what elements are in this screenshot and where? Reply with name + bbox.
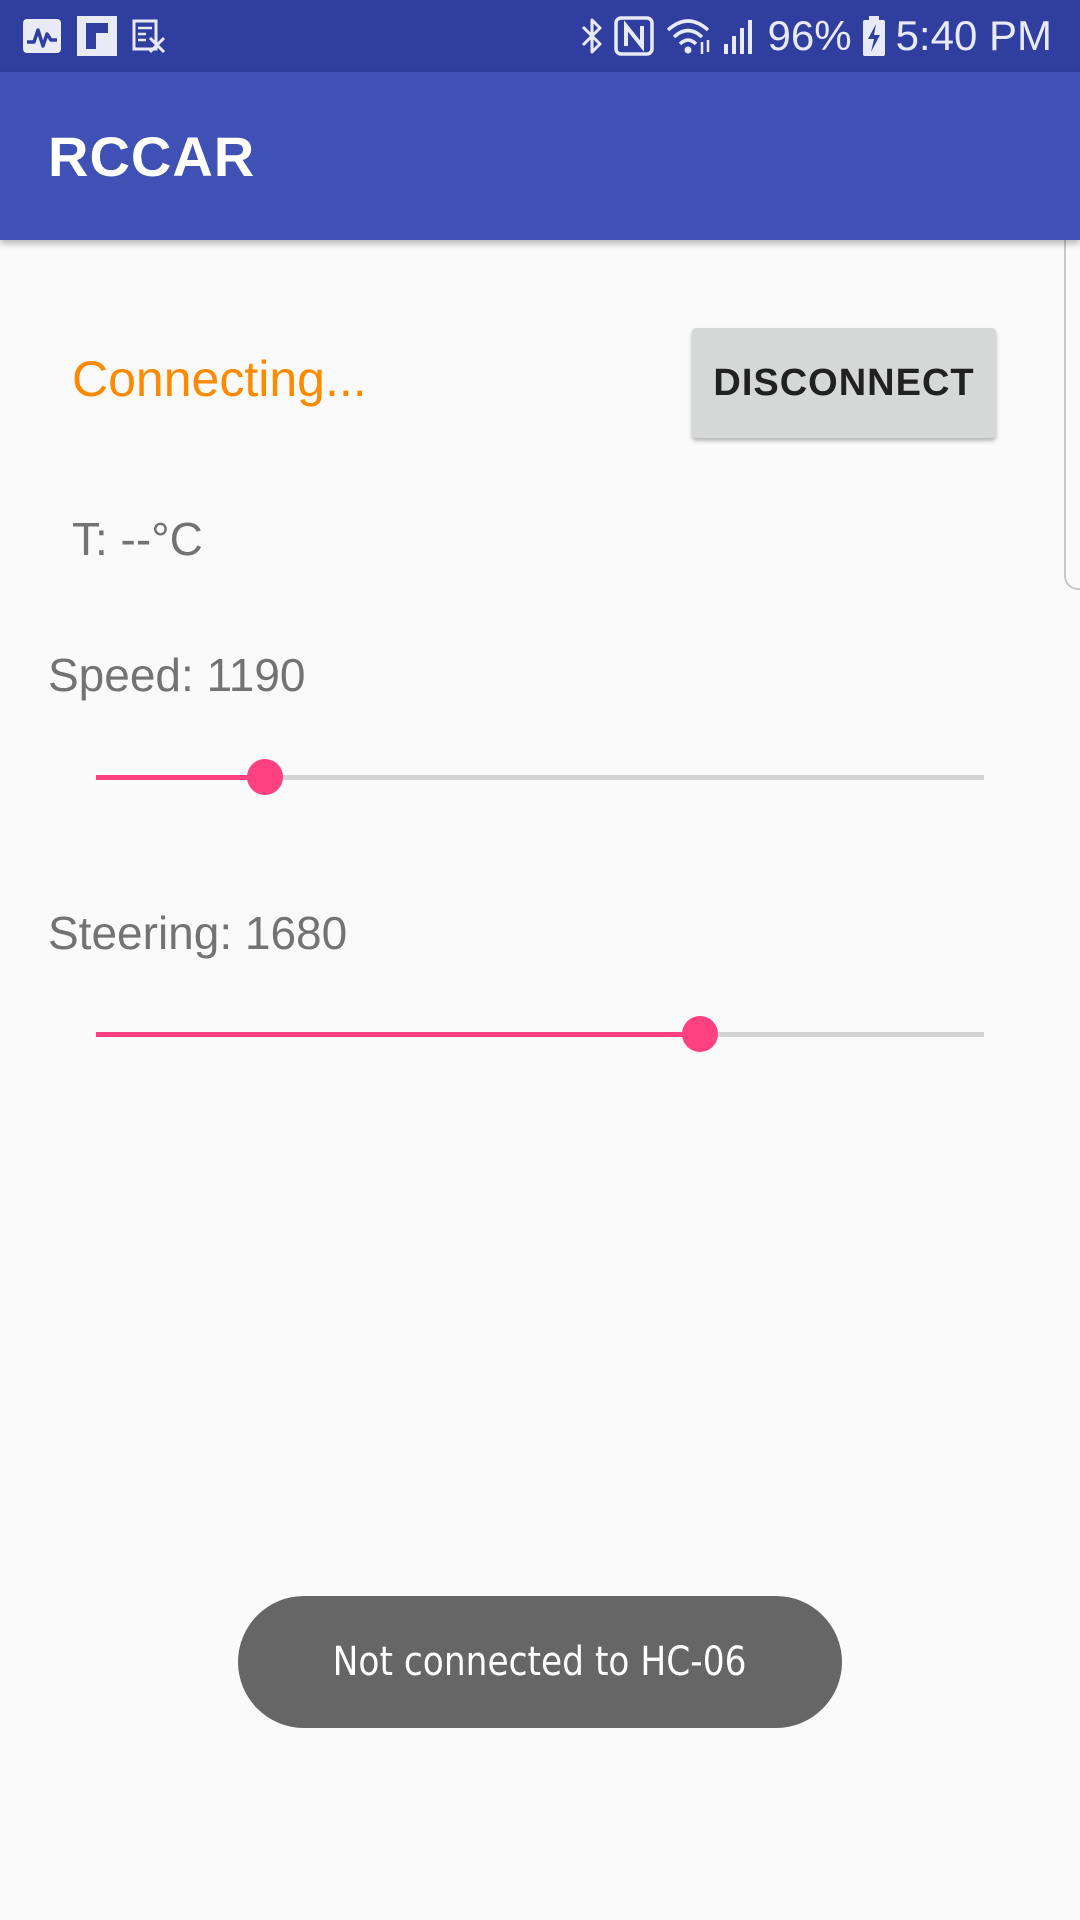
signal-icon bbox=[722, 16, 758, 56]
temperature-readout: T: --°C bbox=[72, 513, 203, 565]
battery-percent: 96% bbox=[767, 12, 852, 59]
slider-fill bbox=[96, 775, 265, 780]
calendar-x-icon bbox=[132, 18, 166, 54]
speed-slider[interactable] bbox=[96, 757, 984, 797]
app-bar: RCCAR bbox=[0, 72, 1080, 240]
nfc-icon bbox=[613, 16, 654, 56]
connection-status: Connecting... bbox=[72, 351, 367, 407]
activity-icon bbox=[22, 18, 62, 54]
status-bar: 96% 5:40 PM bbox=[0, 0, 1080, 72]
app-title: RCCAR bbox=[48, 125, 256, 188]
clock: 5:40 PM bbox=[895, 12, 1052, 59]
flipboard-icon bbox=[76, 15, 118, 57]
notification-icons bbox=[22, 14, 166, 58]
system-icons: 96% 5:40 PM bbox=[580, 10, 1052, 62]
toast-message: Not connected to HC-06 bbox=[333, 1639, 747, 1685]
edge-panel-handle[interactable] bbox=[1064, 218, 1080, 590]
steering-label: Steering: 1680 bbox=[48, 907, 348, 959]
slider-fill bbox=[96, 1032, 700, 1037]
disconnect-button[interactable]: DISCONNECT bbox=[692, 328, 996, 438]
speed-label: Speed: 1190 bbox=[48, 649, 306, 701]
slider-thumb[interactable] bbox=[246, 759, 283, 795]
steering-slider[interactable] bbox=[96, 1014, 984, 1054]
bluetooth-icon bbox=[580, 16, 604, 56]
battery-charging-icon bbox=[862, 15, 886, 57]
toast: Not connected to HC-06 bbox=[238, 1596, 842, 1728]
wifi-icon bbox=[664, 16, 712, 56]
slider-thumb[interactable] bbox=[681, 1016, 718, 1052]
